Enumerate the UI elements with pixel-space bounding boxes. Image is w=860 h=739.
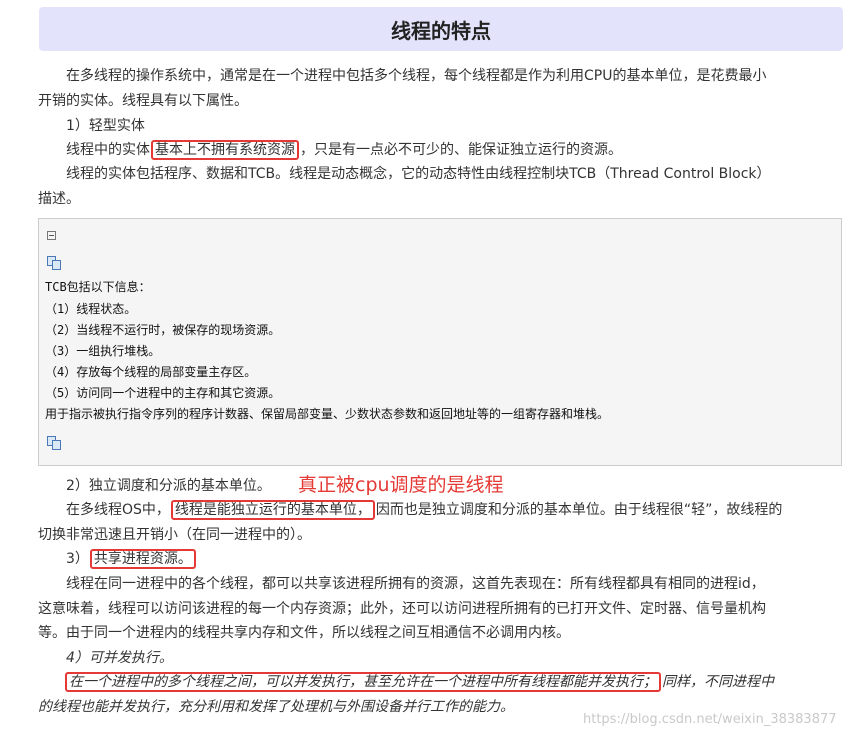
code-line: （3）一组执行堆栈。	[45, 344, 161, 358]
code-line: （1）线程状态。	[45, 302, 137, 316]
section-3-heading: 3） 共享进程资源。	[66, 549, 197, 569]
code-line: 用于指示被执行指令序列的程序计数器、保留局部变量、少数状态参数和返回地址等的一组…	[45, 407, 610, 421]
copy-icon[interactable]	[47, 436, 63, 450]
copy-icon[interactable]	[47, 256, 63, 270]
page-title-text: 线程的特点	[391, 18, 491, 43]
section-1-heading: 1）轻型实体	[66, 118, 145, 134]
annotation-note: 真正被cpu调度的是线程	[298, 474, 504, 496]
section-1-text: ，只是有一点必不可少的、能保证独立运行的资源。	[300, 142, 622, 158]
section-2-text: 在多线程OS中，	[66, 502, 170, 518]
intro-line-2: 开销的实体。线程具有以下属性。	[38, 93, 248, 109]
section-1-line-b: 线程的实体包括程序、数据和TCB。线程是动态概念，它的动态特性由线程控制块TCB…	[66, 166, 771, 182]
section-2-line-a: 在多线程OS中， 线程是能独立运行的基本单位， 因而也是独立调度和分派的基本单位。由…	[66, 500, 782, 520]
section-2-heading: 2）独立调度和分派的基本单位。	[66, 478, 271, 494]
section-2-text: 因而也是独立调度和分派的基本单位。由于线程很“轻”，故线程的	[375, 502, 783, 518]
section-2-line-b: 切换非常迅速且开销小（在同一进程中的）。	[38, 527, 311, 543]
section-4-heading: 4）可并发执行。	[66, 650, 173, 666]
section-3-number: 3）	[66, 551, 89, 567]
section-3-line-b: 这意味着，线程可以访问该进程的每一个内存资源；此外，还可以访问进程所拥有的已打开…	[38, 601, 766, 617]
collapse-icon[interactable]	[47, 231, 56, 240]
section-1-text: 线程中的实体	[66, 142, 150, 158]
watermark: https://blog.csdn.net/weixin_38383877	[583, 712, 837, 727]
section-1-line-c: 描述。	[38, 191, 80, 207]
section-3-line-a: 线程在同一进程中的各个线程，都可以共享该进程所拥有的资源，这首先表现在：所有线程…	[66, 576, 765, 592]
code-block: TCB包括以下信息： （1）线程状态。 （2）当线程不运行时，被保存的现场资源。…	[38, 218, 842, 466]
section-1-line-a: 线程中的实体 基本上不拥有系统资源 ，只是有一点必不可少的、能保证独立运行的资源。	[66, 140, 622, 160]
code-line: （4）存放每个线程的局部变量主存区。	[45, 365, 257, 379]
section-4-line-b: 的线程也能并发执行，充分利用和发挥了处理机与外围设备并行工作的能力。	[38, 699, 514, 715]
highlight-box: 基本上不拥有系统资源	[151, 140, 299, 160]
highlight-box: 在一个进程中的多个线程之间，可以并发执行，甚至允许在一个进程中所有线程都能并发执…	[65, 672, 661, 692]
code-line: TCB包括以下信息：	[45, 280, 151, 294]
section-3-line-c: 等。由于同一个进程内的线程共享内存和文件，所以线程之间互相通信不必调用内核。	[38, 625, 570, 641]
highlight-box: 共享进程资源。	[89, 549, 196, 569]
page-title: 线程的特点	[39, 7, 843, 51]
section-4-text: 同样，不同进程中	[662, 674, 774, 690]
intro-line-1: 在多线程的操作系统中，通常是在一个进程中包括多个线程，每个线程都是作为利用CPU…	[66, 68, 767, 84]
highlight-box: 线程是能独立运行的基本单位，	[170, 500, 375, 520]
section-4-line-a: 在一个进程中的多个线程之间，可以并发执行，甚至允许在一个进程中所有线程都能并发执…	[64, 672, 774, 692]
code-line: （5）访问同一个进程中的主存和其它资源。	[45, 386, 281, 400]
code-line: （2）当线程不运行时，被保存的现场资源。	[45, 323, 281, 337]
